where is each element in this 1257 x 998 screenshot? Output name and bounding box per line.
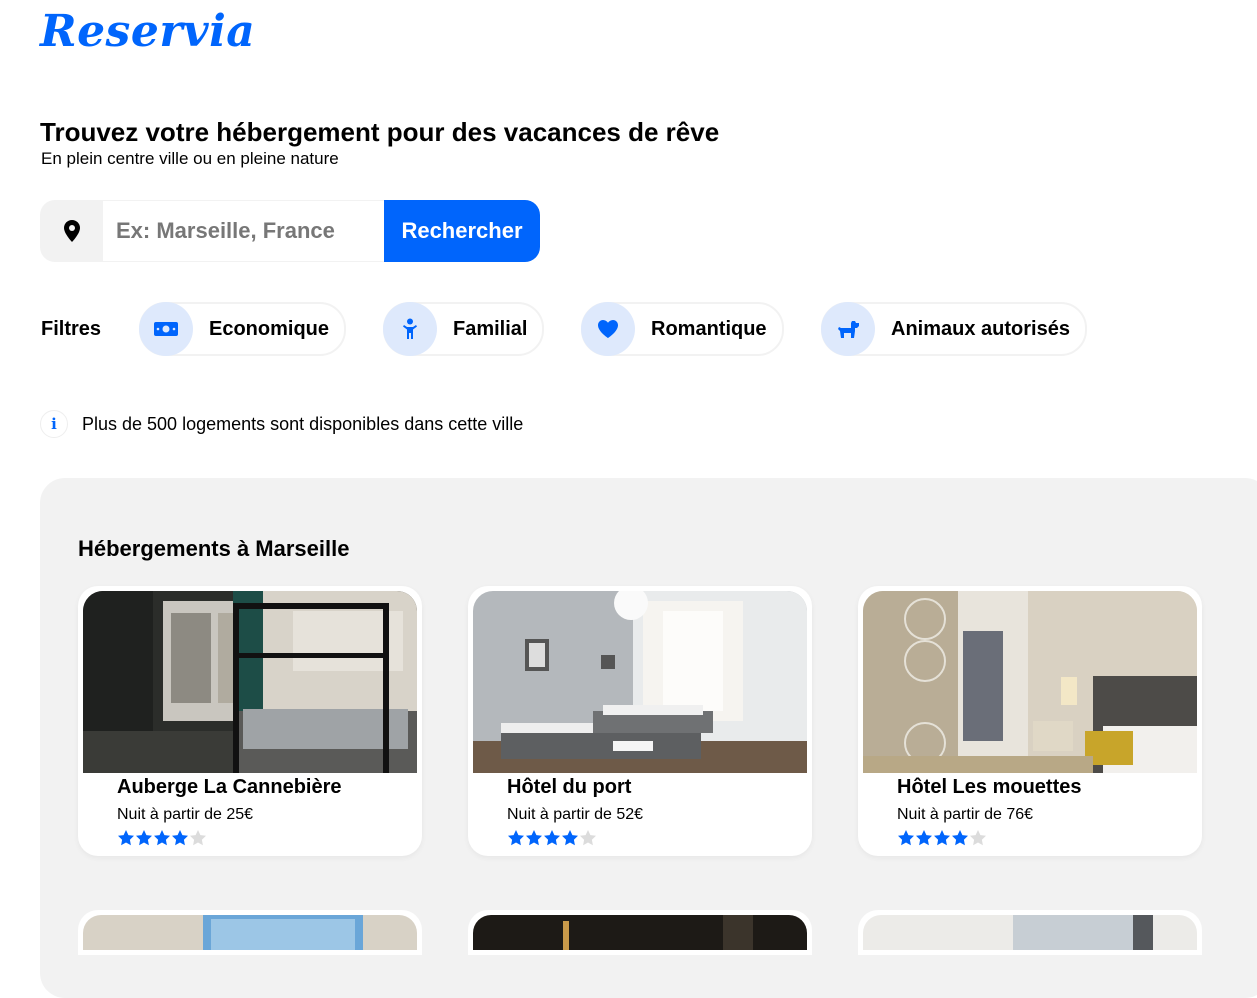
- child-icon: [383, 302, 437, 356]
- accommodation-card[interactable]: Hôtel Les mouettes Nuit à partir de 76€: [858, 586, 1202, 856]
- star-filled-icon: [154, 830, 170, 846]
- star-filled-icon: [916, 830, 932, 846]
- accommodation-name: Hôtel Les mouettes: [897, 776, 1082, 798]
- star-filled-icon: [544, 830, 560, 846]
- rating: [507, 829, 807, 847]
- rating: [897, 829, 1197, 847]
- info-message: i Plus de 500 logements sont disponibles…: [40, 410, 523, 438]
- star-filled-icon: [172, 830, 188, 846]
- heart-icon: [581, 302, 635, 356]
- page-title: Trouvez votre hébergement pour des vacan…: [40, 117, 720, 147]
- info-icon: i: [40, 410, 68, 438]
- search-button[interactable]: Rechercher: [384, 200, 540, 262]
- star-empty-icon: [970, 830, 986, 846]
- star-filled-icon: [952, 830, 968, 846]
- filter-romantique[interactable]: Romantique: [581, 302, 784, 356]
- search-input[interactable]: [103, 200, 384, 262]
- accommodation-card[interactable]: Hôtel du port Nuit à partir de 52€: [468, 586, 812, 856]
- star-filled-icon: [508, 830, 524, 846]
- accommodation-price: Nuit à partir de 76€: [897, 806, 1034, 823]
- accommodation-photo: [473, 591, 807, 773]
- filter-label: Familial: [453, 317, 528, 340]
- location-pin-icon: [40, 200, 103, 262]
- accommodation-photo: [863, 591, 1197, 773]
- accommodation-card[interactable]: [468, 910, 812, 955]
- star-filled-icon: [562, 830, 578, 846]
- info-text: Plus de 500 logements sont disponibles d…: [82, 413, 524, 434]
- accommodation-card[interactable]: [78, 910, 422, 955]
- accommodation-name: Auberge La Cannebière: [117, 776, 342, 798]
- rating: [117, 829, 417, 847]
- accommodation-photo: [83, 915, 417, 950]
- accommodation-name: Hôtel du port: [507, 776, 632, 798]
- star-filled-icon: [898, 830, 914, 846]
- filter-familial[interactable]: Familial: [383, 302, 545, 356]
- filters-label: Filtres: [41, 318, 102, 340]
- accommodation-photo: [83, 591, 417, 773]
- accommodation-card[interactable]: Auberge La Cannebière Nuit à partir de 2…: [78, 586, 422, 856]
- logo[interactable]: Reservia: [40, 6, 255, 57]
- page-subtitle: En plein centre ville ou en pleine natur…: [41, 149, 339, 168]
- star-filled-icon: [136, 830, 152, 846]
- filter-economique[interactable]: Economique: [139, 302, 347, 356]
- star-empty-icon: [580, 830, 596, 846]
- accommodation-price: Nuit à partir de 52€: [507, 806, 644, 823]
- accommodation-photo: [473, 915, 807, 950]
- filter-label: Romantique: [651, 317, 767, 340]
- star-filled-icon: [526, 830, 542, 846]
- listing-title: Hébergements à Marseille: [78, 536, 350, 561]
- filter-label: Economique: [209, 317, 330, 340]
- filter-animaux[interactable]: Animaux autorisés: [821, 302, 1087, 356]
- accommodation-price: Nuit à partir de 25€: [117, 806, 254, 823]
- listing-panel: Hébergements à Marseille Auberge La Cann…: [40, 478, 1257, 998]
- star-filled-icon: [118, 830, 134, 846]
- star-empty-icon: [190, 830, 206, 846]
- accommodation-photo: [863, 915, 1197, 950]
- accommodation-card[interactable]: [858, 910, 1202, 955]
- search-bar: Rechercher: [40, 200, 540, 262]
- money-icon: [139, 302, 193, 356]
- filter-label: Animaux autorisés: [891, 317, 1070, 340]
- star-filled-icon: [934, 830, 950, 846]
- dog-icon: [821, 302, 875, 356]
